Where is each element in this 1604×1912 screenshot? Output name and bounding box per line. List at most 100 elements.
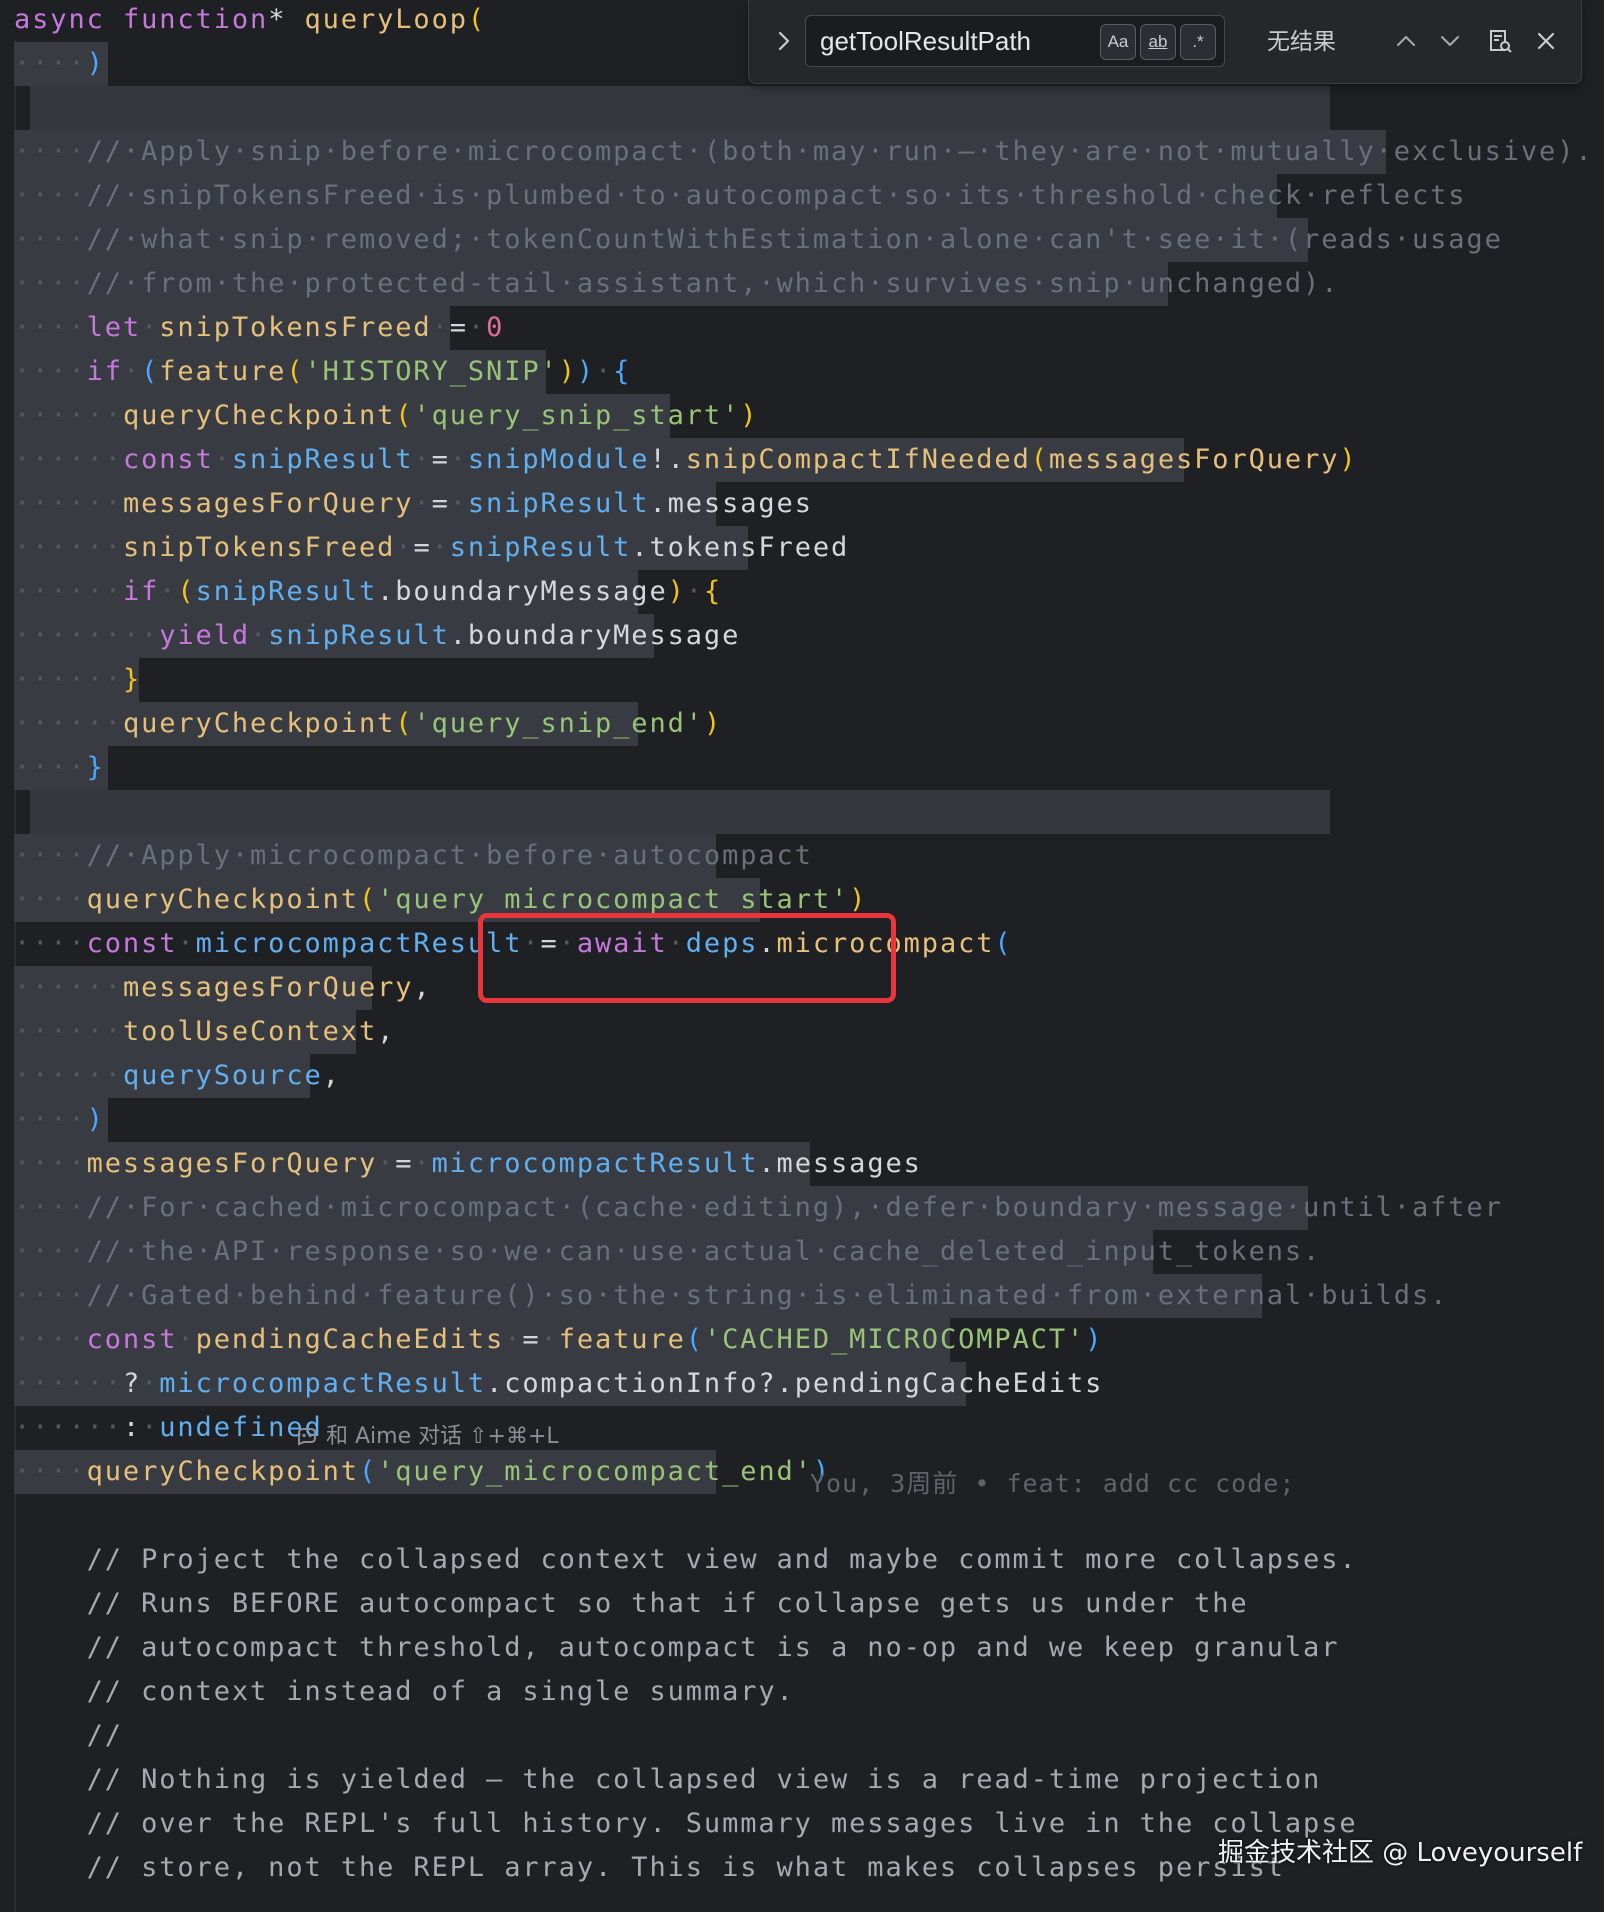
code-line[interactable]: ······if·(snipResult.boundaryMessage)·{ bbox=[14, 570, 722, 614]
find-in-selection-icon[interactable] bbox=[1483, 24, 1517, 58]
code-token: const bbox=[86, 1324, 178, 1355]
code-token: · bbox=[141, 1368, 160, 1399]
code-line[interactable]: ····const·pendingCacheEdits·=·feature('C… bbox=[14, 1318, 1103, 1362]
whole-word-button[interactable]: ab bbox=[1140, 24, 1176, 60]
code-line[interactable]: ······const·snipResult·=·snipModule!.sni… bbox=[14, 438, 1358, 482]
code-token: ) bbox=[86, 1104, 105, 1135]
code-line[interactable]: // Nothing is yielded — the collapsed vi… bbox=[14, 1758, 1321, 1802]
code-token: · bbox=[431, 312, 450, 343]
code-editor[interactable]: async function* queryLoop(····) ····//·Ap… bbox=[0, 0, 1604, 1912]
code-token: = bbox=[522, 1324, 541, 1355]
code-line[interactable]: ····messagesForQuery·=·microcompactResul… bbox=[14, 1142, 922, 1186]
code-token: } bbox=[86, 752, 105, 783]
code-line[interactable]: ····//·snipTokensFreed·is·plumbed·to·aut… bbox=[14, 174, 1466, 218]
code-token: ( bbox=[286, 356, 305, 387]
code-line[interactable]: // context instead of a single summary. bbox=[14, 1670, 795, 1714]
code-line[interactable]: ····//·Apply·microcompact·before·autocom… bbox=[14, 834, 813, 878]
code-line[interactable]: // Runs BEFORE autocompact so that if co… bbox=[14, 1582, 1249, 1626]
code-line[interactable]: ····let·snipTokensFreed·=·0 bbox=[14, 306, 504, 350]
code-token: , bbox=[377, 1016, 396, 1047]
code-token: snipModule bbox=[467, 444, 650, 475]
code-line[interactable]: ····//·from·the·protected-tail·assistant… bbox=[14, 262, 1339, 306]
code-token: ···· bbox=[14, 1148, 87, 1179]
code-token: ) bbox=[1085, 1324, 1104, 1355]
code-token: = bbox=[413, 532, 432, 563]
code-line[interactable]: ········yield·snipResult.boundaryMessage bbox=[14, 614, 740, 658]
code-line[interactable]: ····queryCheckpoint('query_microcompact_… bbox=[14, 1450, 831, 1494]
code-line[interactable]: // autocompact threshold, autocompact is… bbox=[14, 1626, 1339, 1670]
code-line[interactable]: ····} bbox=[14, 746, 105, 790]
code-token: ······ bbox=[14, 1016, 123, 1047]
code-token: ········ bbox=[14, 620, 160, 651]
code-line[interactable]: ····//·what·snip·removed;·tokenCountWith… bbox=[14, 218, 1503, 262]
code-token: pendingCacheEdits bbox=[195, 1324, 505, 1355]
code-token: ······ bbox=[14, 532, 123, 563]
code-token: //·the·API·response·so·we·can·use·actual… bbox=[86, 1236, 1322, 1267]
code-token: ( bbox=[358, 884, 378, 915]
code-line[interactable]: ····//·the·API·response·so·we·can·use·ac… bbox=[14, 1230, 1321, 1274]
regex-button[interactable]: .* bbox=[1180, 24, 1216, 60]
code-token: microcompactResult bbox=[159, 1368, 487, 1399]
code-token: ···· bbox=[14, 268, 87, 299]
code-token: ···· bbox=[14, 224, 87, 255]
code-token: ) bbox=[576, 356, 595, 387]
code-token: feature bbox=[558, 1324, 686, 1355]
code-line[interactable]: ······snipTokensFreed·=·snipResult.token… bbox=[14, 526, 849, 570]
code-token: feature bbox=[159, 356, 287, 387]
code-line[interactable]: ······?·microcompactResult.compactionInf… bbox=[14, 1362, 1103, 1406]
code-line[interactable]: // Project the collapsed context view an… bbox=[14, 1538, 1358, 1582]
code-line[interactable]: // over the REPL's full history. Summary… bbox=[14, 1802, 1358, 1846]
code-line[interactable]: // store, not the REPL array. This is wh… bbox=[14, 1846, 1285, 1890]
code-token: · bbox=[540, 1324, 559, 1355]
code-token: snipCompactIfNeeded bbox=[685, 444, 1031, 475]
code-line[interactable]: ······queryCheckpoint('query_snip_end') bbox=[14, 702, 722, 746]
code-token: snipResult bbox=[467, 488, 650, 519]
code-line[interactable]: ····) bbox=[14, 1098, 105, 1142]
code-line[interactable]: ····//·Gated·behind·feature()·so·the·str… bbox=[14, 1274, 1448, 1318]
code-token: queryCheckpoint bbox=[86, 1456, 359, 1487]
code-token: ( bbox=[685, 1324, 704, 1355]
code-token: ) bbox=[703, 708, 723, 739]
code-token: · bbox=[177, 928, 196, 959]
code-line[interactable]: async function* queryLoop( bbox=[14, 0, 486, 42]
code-line[interactable]: ····//·Apply·snip·before·microcompact·(b… bbox=[14, 130, 1594, 174]
code-line[interactable]: // bbox=[14, 1714, 123, 1758]
code-token: snipResult bbox=[195, 576, 378, 607]
code-line[interactable]: ······queryCheckpoint('query_snip_start'… bbox=[14, 394, 758, 438]
code-token: function bbox=[122, 4, 269, 35]
code-line[interactable]: ······:·undefined bbox=[14, 1406, 323, 1450]
code-token: querySource bbox=[122, 1060, 323, 1091]
code-line[interactable]: ······} bbox=[14, 658, 141, 702]
code-line[interactable]: ······messagesForQuery, bbox=[14, 966, 432, 1010]
match-case-button[interactable]: Aa bbox=[1100, 24, 1136, 60]
code-token: ······ bbox=[14, 664, 123, 695]
code-token: ( bbox=[395, 708, 414, 739]
chevron-right-icon[interactable] bbox=[769, 24, 799, 58]
code-token: · bbox=[395, 532, 414, 563]
code-token: ······ bbox=[14, 488, 123, 519]
code-token: .boundaryMessage bbox=[377, 576, 668, 607]
code-token: //·Gated·behind·feature()·so·the·string·… bbox=[86, 1280, 1449, 1311]
code-line[interactable]: ······toolUseContext, bbox=[14, 1010, 395, 1054]
code-line[interactable]: ····) bbox=[14, 42, 105, 86]
close-icon[interactable] bbox=[1529, 24, 1563, 58]
chevron-up-icon[interactable] bbox=[1389, 24, 1423, 58]
code-token: ( bbox=[177, 576, 196, 607]
git-blame-annotation: You, 3周前 • feat: add cc code; bbox=[810, 1469, 1296, 1498]
code-token: · bbox=[449, 488, 468, 519]
code-token: · bbox=[213, 444, 232, 475]
find-input[interactable]: getToolResultPath Aa ab .* bbox=[805, 15, 1225, 67]
code-token: ? bbox=[122, 1368, 142, 1399]
code-token: ···· bbox=[14, 752, 87, 783]
chevron-down-icon[interactable] bbox=[1433, 24, 1467, 58]
code-token: const bbox=[86, 928, 178, 959]
code-token: ) bbox=[558, 356, 577, 387]
code-token: 'CACHED_MICROCOMPACT' bbox=[703, 1324, 1086, 1355]
code-line[interactable]: ······querySource, bbox=[14, 1054, 341, 1098]
code-line[interactable]: ····//·For·cached·microcompact·(cache·ed… bbox=[14, 1186, 1503, 1230]
code-line[interactable]: ····if·(feature('HISTORY_SNIP'))·{ bbox=[14, 350, 631, 394]
code-line[interactable]: ······messagesForQuery·=·snipResult.mess… bbox=[14, 482, 813, 526]
ai-chat-hint[interactable]: 和 Aime 对话 ⇧+⌘+L bbox=[294, 1421, 559, 1453]
